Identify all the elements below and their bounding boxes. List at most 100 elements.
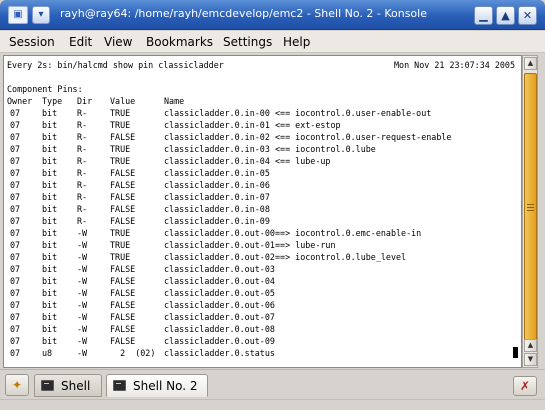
window-menu-button[interactable]: ▾ xyxy=(32,6,50,24)
pin-name-cell: classicladder.0.in-07 xyxy=(164,192,270,202)
new-session-icon[interactable]: ✦ xyxy=(5,374,29,396)
pin-value-cell: TRUE xyxy=(110,156,131,166)
pin-value-cell: FALSE xyxy=(110,336,136,346)
pin-link-cell: ==> iocontrol.0.lube_level xyxy=(275,252,407,262)
pin-type-cell: bit xyxy=(42,108,58,118)
pin-name-cell: classicladder.0.out-00 xyxy=(164,228,275,238)
minimize-button[interactable]: ▁ xyxy=(474,6,493,25)
pin-type-cell: bit xyxy=(42,264,58,274)
pin-type-cell: bit xyxy=(42,204,58,214)
pin-value-cell: TRUE xyxy=(110,108,131,118)
pin-value-cell: FALSE xyxy=(110,204,136,214)
pin-name-cell: classicladder.0.in-05 xyxy=(164,168,270,178)
pin-link-cell: ==> iocontrol.0.emc-enable-in xyxy=(275,228,422,238)
pin-owner-cell: 07 xyxy=(10,228,21,238)
pin-name-cell: classicladder.0.out-06 xyxy=(164,300,275,310)
pin-link-cell: ==> lube-run xyxy=(275,240,336,250)
menu-bookmarks[interactable]: Bookmarks xyxy=(146,35,213,51)
pin-type-cell: bit xyxy=(42,132,58,142)
pin-owner-cell: 07 xyxy=(10,348,21,358)
pin-name-cell: classicladder.0.in-01 xyxy=(164,120,270,130)
column-header: Owner xyxy=(7,96,33,106)
watch-command-line: Every 2s: bin/halcmd show pin classiclad… xyxy=(7,60,224,70)
tab-label: Shell xyxy=(61,379,91,393)
pin-name-cell: classicladder.0.out-04 xyxy=(164,276,275,286)
window-bottom-edge xyxy=(0,399,545,410)
pin-owner-cell: 07 xyxy=(10,168,21,178)
pin-name-cell: classicladder.0.in-06 xyxy=(164,180,270,190)
pin-type-cell: bit xyxy=(42,216,58,226)
pin-value-cell: TRUE xyxy=(110,144,131,154)
pin-dir-cell: R- xyxy=(77,204,88,214)
pin-value-cell: FALSE xyxy=(110,276,136,286)
pin-owner-cell: 07 xyxy=(10,324,21,334)
title-bar[interactable]: ▣ ▾ rayh@ray64: /home/rayh/emcdevelop/em… xyxy=(0,0,545,30)
terminal-output[interactable]: Every 2s: bin/halcmd show pin classiclad… xyxy=(3,55,522,368)
pin-name-cell: classicladder.0.out-03 xyxy=(164,264,275,274)
menu-view[interactable]: View xyxy=(104,35,132,51)
pin-owner-cell: 07 xyxy=(10,132,21,142)
close-session-icon[interactable]: ✗ xyxy=(513,376,537,396)
pin-link-cell: <== iocontrol.0.user-request-enable xyxy=(275,132,452,142)
tab-shell[interactable]: Shell xyxy=(34,374,102,397)
pin-owner-cell: 07 xyxy=(10,108,21,118)
scroll-up-arrow-icon[interactable]: ▲ xyxy=(524,339,537,352)
menu-edit[interactable]: Edit xyxy=(69,35,92,51)
menu-session[interactable]: Session xyxy=(9,35,55,51)
pin-owner-cell: 07 xyxy=(10,240,21,250)
pin-dir-cell: -W xyxy=(77,324,88,334)
pin-link-cell: <== iocontrol.0.lube xyxy=(275,144,376,154)
pin-name-cell: classicladder.0.out-02 xyxy=(164,252,275,262)
pin-owner-cell: 07 xyxy=(10,144,21,154)
scroll-up-arrow-icon[interactable]: ▲ xyxy=(524,57,537,70)
maximize-button[interactable]: ▲ xyxy=(496,6,515,25)
pin-value-cell: FALSE xyxy=(110,288,136,298)
pin-name-cell: classicladder.0.in-04 xyxy=(164,156,270,166)
pin-owner-cell: 07 xyxy=(10,276,21,286)
menu-help[interactable]: Help xyxy=(283,35,310,51)
pin-name-cell: classicladder.0.out-09 xyxy=(164,336,275,346)
pin-type-cell: bit xyxy=(42,156,58,166)
pin-value-cell: FALSE xyxy=(110,192,136,202)
pin-type-cell: bit xyxy=(42,324,58,334)
pin-owner-cell: 07 xyxy=(10,252,21,262)
pin-link-cell: <== iocontrol.0.user-enable-out xyxy=(275,108,432,118)
pin-dir-cell: R- xyxy=(77,132,88,142)
pin-dir-cell: -W xyxy=(77,276,88,286)
pin-name-cell: classicladder.0.in-08 xyxy=(164,204,270,214)
pin-value-cell: TRUE xyxy=(110,120,131,130)
close-window-button[interactable]: ✕ xyxy=(518,6,537,25)
terminal-icon xyxy=(41,380,54,391)
pin-owner-cell: 07 xyxy=(10,180,21,190)
column-header: Type xyxy=(42,96,63,106)
vertical-scrollbar[interactable]: ▲ ▲ ▼ xyxy=(522,55,538,368)
pin-name-cell: classicladder.0.out-07 xyxy=(164,312,275,322)
pin-type-cell: bit xyxy=(42,168,58,178)
pin-owner-cell: 07 xyxy=(10,204,21,214)
pin-type-cell: bit xyxy=(42,120,58,130)
tab-shell-no-2[interactable]: Shell No. 2 xyxy=(106,374,208,397)
pin-value-cell: TRUE xyxy=(110,228,131,238)
pin-owner-cell: 07 xyxy=(10,300,21,310)
pin-type-cell: bit xyxy=(42,228,58,238)
scroll-down-arrow-icon[interactable]: ▼ xyxy=(524,353,537,366)
section-title: Component Pins: xyxy=(7,84,83,94)
watch-timestamp: Mon Nov 21 23:07:34 2005 xyxy=(393,60,515,70)
pin-dir-cell: -W xyxy=(77,312,88,322)
pin-value-cell: FALSE xyxy=(110,300,136,310)
pin-dir-cell: R- xyxy=(77,192,88,202)
pin-type-cell: bit xyxy=(42,288,58,298)
pin-type-cell: bit xyxy=(42,312,58,322)
scrollbar-thumb[interactable] xyxy=(524,73,537,342)
pin-dir-cell: -W xyxy=(77,264,88,274)
pin-name-cell: classicladder.0.status xyxy=(164,348,275,358)
pin-value-cell: FALSE xyxy=(110,216,136,226)
pin-owner-cell: 07 xyxy=(10,192,21,202)
menu-settings[interactable]: Settings xyxy=(223,35,272,51)
pin-dir-cell: R- xyxy=(77,120,88,130)
konsole-icon[interactable]: ▣ xyxy=(8,6,28,24)
pin-link-cell: <== ext-estop xyxy=(275,120,341,130)
pin-owner-cell: 07 xyxy=(10,312,21,322)
pin-dir-cell: -W xyxy=(77,252,88,262)
thumb-grip xyxy=(527,207,534,208)
